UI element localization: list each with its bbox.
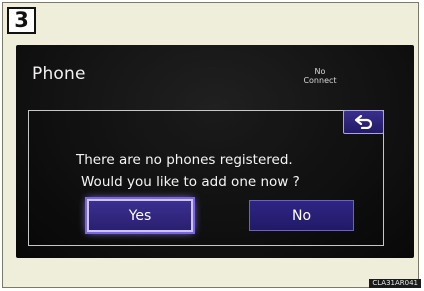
screen-title: Phone	[32, 64, 86, 84]
back-arrow-icon	[354, 115, 372, 129]
message-line-2: Would you like to add one now ?	[81, 174, 300, 190]
phone-screen: Phone No Connect There are no phones reg…	[16, 45, 414, 258]
yes-button[interactable]: Yes	[87, 199, 193, 232]
dialog-message: There are no phones registered. Would yo…	[76, 149, 376, 193]
figure-frame: 3 Phone No Connect There are no phones r…	[2, 2, 419, 288]
message-line-1: There are no phones registered.	[76, 152, 293, 168]
status-line-1: No	[314, 67, 326, 76]
back-button[interactable]	[343, 110, 384, 134]
phone-connection-status: No Connect	[300, 67, 340, 85]
no-button[interactable]: No	[249, 200, 354, 231]
figure-code: CLA31AR041	[369, 279, 421, 288]
step-number-badge: 3	[7, 7, 36, 34]
status-line-2: Connect	[303, 76, 337, 85]
